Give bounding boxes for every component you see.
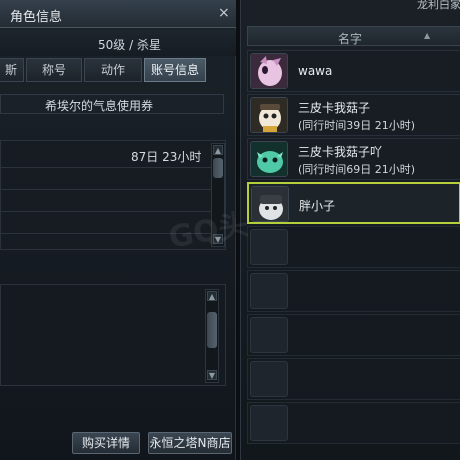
description-area: ▲ ▼ — [0, 284, 226, 386]
avatar — [250, 53, 288, 89]
friend-row[interactable]: 三皮卡我菇子 (同行时间39日 21小时) — [247, 94, 460, 136]
friend-name: 三皮卡我菇子吖 — [298, 145, 383, 159]
empty-avatar-slot — [250, 273, 288, 309]
divider — [1, 189, 211, 190]
description-scrollbar[interactable]: ▲ ▼ — [205, 289, 219, 383]
friend-window-title: 龙利白家 — [417, 0, 460, 11]
friend-row[interactable]: wawa — [247, 50, 460, 92]
scrollbar-thumb[interactable] — [213, 158, 223, 178]
friend-name: 胖小子 — [299, 199, 336, 213]
empty-friend-slot — [247, 226, 460, 268]
sort-arrow-icon[interactable]: ▲ — [424, 31, 430, 40]
tab-bar: 斯 称号 动作 账号信息 — [0, 58, 236, 82]
scrollbar-thumb[interactable] — [207, 312, 217, 348]
scroll-down-arrow-icon[interactable]: ▼ — [207, 370, 217, 380]
friend-companion-time: (同行时间39日 21小时) — [298, 119, 416, 132]
window-titlebar[interactable]: 角色信息 × — [0, 0, 236, 28]
tab-account-info[interactable]: 账号信息 — [144, 58, 206, 82]
window-title: 角色信息 — [10, 10, 63, 25]
avatar — [250, 141, 288, 177]
coupon-item-row[interactable]: 希埃尔的气息使用券 — [0, 94, 224, 114]
empty-friend-slot — [247, 270, 460, 312]
name-column-header[interactable]: 名字 ▲ — [247, 26, 460, 46]
empty-friend-slot — [247, 314, 460, 356]
divider — [1, 167, 211, 168]
buy-details-button[interactable]: 购买详情 — [72, 432, 140, 454]
tab-titles[interactable]: 称号 — [26, 58, 82, 82]
close-icon[interactable]: × — [218, 5, 230, 21]
empty-friend-slot — [247, 358, 460, 400]
level-row: 50级 / 杀星 — [0, 30, 236, 56]
empty-avatar-slot — [250, 317, 288, 353]
bottom-button-bar: 购买详情 永恒之塔N商店 — [0, 428, 236, 460]
friend-name: wawa — [298, 64, 333, 78]
friend-companion-time: (同行时间69日 21小时) — [298, 163, 416, 176]
empty-avatar-slot — [250, 361, 288, 397]
level-text: 50级 / 杀星 — [98, 38, 161, 52]
column-header-label: 名字 — [338, 32, 363, 46]
friend-row-selected[interactable]: 胖小子 — [247, 182, 460, 224]
avatar — [251, 186, 289, 222]
tab-actions[interactable]: 动作 — [84, 58, 142, 82]
friend-list-window: 龙利白家 名字 ▲ wawa 三皮卡我菇子 (同行时间39日 21小时) 三皮卡… — [240, 0, 460, 460]
scroll-up-arrow-icon[interactable]: ▲ — [207, 291, 217, 301]
remaining-time-value: 87日 23小时 — [131, 150, 202, 164]
avatar — [250, 97, 288, 133]
empty-avatar-slot — [250, 229, 288, 265]
scroll-up-arrow-icon[interactable]: ▲ — [213, 145, 223, 155]
empty-avatar-slot — [250, 405, 288, 441]
tab-partial[interactable]: 斯 — [0, 58, 24, 82]
friend-name: 三皮卡我菇子 — [298, 101, 371, 115]
shop-button[interactable]: 永恒之塔N商店 — [148, 432, 232, 454]
coupon-label: 希埃尔的气息使用券 — [45, 99, 154, 113]
empty-friend-slot — [247, 402, 460, 444]
friend-row[interactable]: 三皮卡我菇子吖 (同行时间69日 21小时) — [247, 138, 460, 180]
